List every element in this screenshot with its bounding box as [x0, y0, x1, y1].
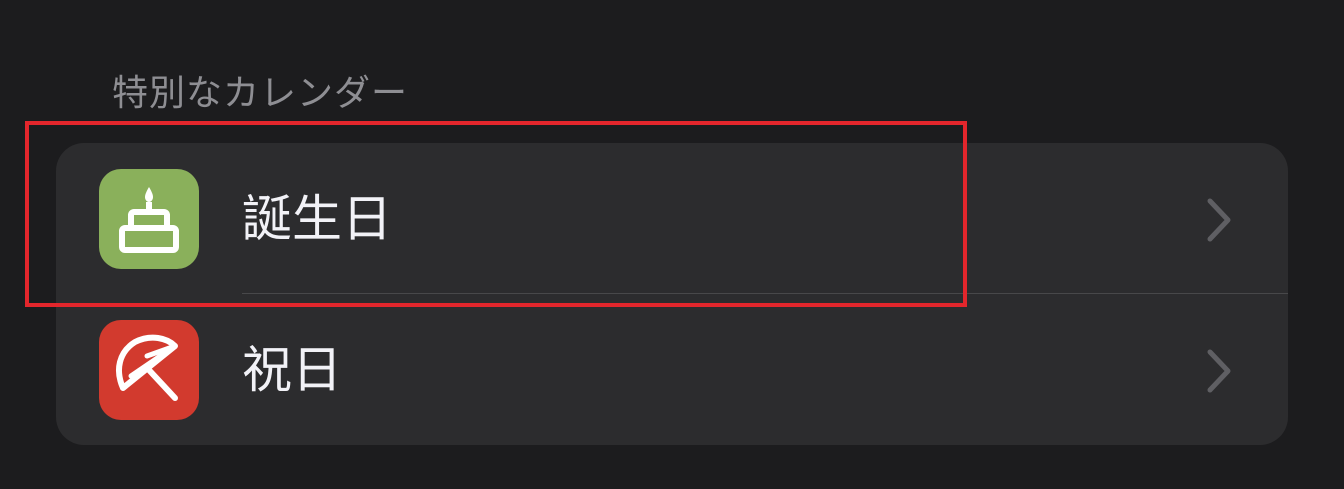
chevron-right-icon	[1207, 198, 1231, 242]
settings-page: 特別なカレンダー 誕生日 祝日	[0, 0, 1344, 489]
section-header: 特別なカレンダー	[112, 73, 409, 114]
special-calendars-group: 誕生日 祝日	[56, 143, 1288, 445]
umbrella-icon	[99, 320, 199, 420]
row-label-holidays: 祝日	[242, 341, 342, 399]
chevron-right-icon	[1207, 349, 1231, 393]
row-birthdays[interactable]: 誕生日	[56, 143, 1288, 293]
row-holidays[interactable]: 祝日	[56, 294, 1288, 444]
birthday-cake-icon	[99, 169, 199, 269]
row-label-birthdays: 誕生日	[242, 190, 392, 248]
